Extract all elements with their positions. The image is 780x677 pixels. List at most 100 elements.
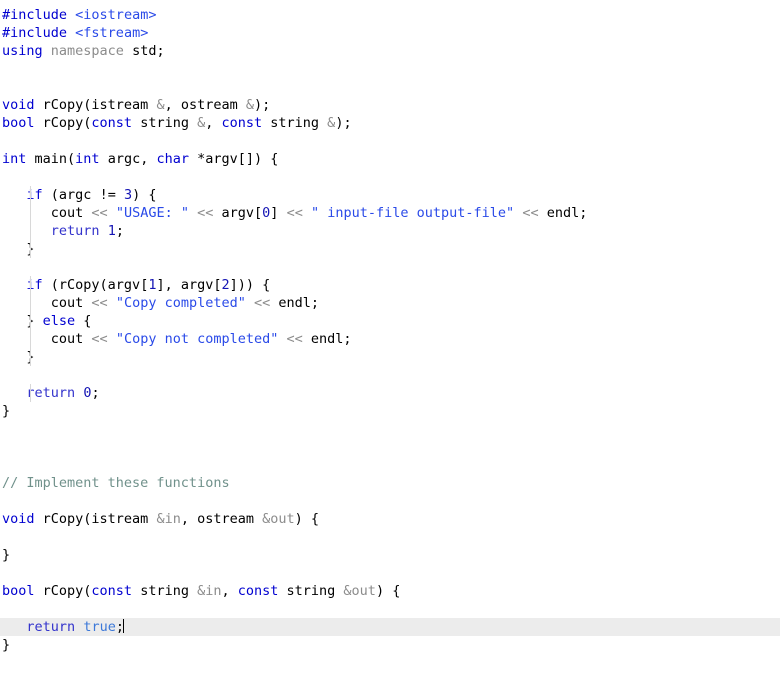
code-token: const <box>91 583 133 599</box>
code-editor-surface[interactable]: #include <iostream> #include <fstream> usi… <box>0 0 780 677</box>
code-line[interactable] <box>0 438 780 456</box>
code-line[interactable]: void rCopy(istream &in, ostream &out) { <box>0 510 780 528</box>
code-token: string <box>262 115 328 131</box>
code-line[interactable]: return true; <box>0 618 780 636</box>
code-line[interactable]: return 1; <box>0 222 780 240</box>
code-line[interactable]: bool rCopy(const string &in, const strin… <box>0 582 780 600</box>
code-line[interactable]: if (rCopy(argv[1], argv[2])) { <box>0 276 780 294</box>
text-cursor-caret <box>122 619 124 633</box>
code-line[interactable]: } <box>0 636 780 654</box>
code-line[interactable]: cout << "Copy completed" << endl; <box>0 294 780 312</box>
code-line[interactable] <box>0 492 780 510</box>
code-token: "Copy completed" <box>115 295 246 311</box>
code-token: #include <box>2 25 68 41</box>
code-token: if <box>26 187 43 203</box>
code-token: ); <box>335 115 352 131</box>
code-token: ], argv[ <box>156 277 222 293</box>
code-token: } <box>2 637 11 653</box>
code-text-area[interactable]: #include <iostream> #include <fstream> usi… <box>0 6 780 654</box>
code-token: & <box>245 97 254 113</box>
code-line[interactable]: void rCopy(istream &, ostream &); <box>0 96 780 114</box>
code-line[interactable] <box>0 600 780 618</box>
code-token: , ostream <box>180 511 263 527</box>
code-token: " input-file output-file" <box>310 205 515 221</box>
code-token: rCopy( <box>34 115 92 131</box>
code-line[interactable] <box>0 366 780 384</box>
code-token: << <box>91 295 108 311</box>
code-token: } <box>2 547 11 563</box>
code-token: bool <box>2 583 35 599</box>
code-token: << <box>91 331 108 347</box>
code-token: &in <box>197 583 222 599</box>
code-line[interactable] <box>0 60 780 78</box>
code-line[interactable]: if (argc != 3) { <box>0 186 780 204</box>
code-line[interactable]: // Implement these functions <box>0 474 780 492</box>
code-line[interactable] <box>0 420 780 438</box>
code-token: else <box>42 313 76 329</box>
code-token: << <box>286 205 303 221</box>
code-line[interactable]: } <box>0 348 780 366</box>
code-token: , <box>221 583 238 599</box>
code-line[interactable]: #include <fstream> <box>0 24 780 42</box>
code-token: ; <box>91 385 100 401</box>
code-line[interactable]: using namespace std; <box>0 42 780 60</box>
code-token: rCopy( <box>34 583 92 599</box>
code-line[interactable] <box>0 258 780 276</box>
code-line[interactable]: return 0; <box>0 384 780 402</box>
code-token: return <box>26 619 76 635</box>
code-token: argc, <box>99 151 157 167</box>
code-token: #include <box>2 7 68 23</box>
code-token: const <box>221 115 263 131</box>
code-line[interactable]: } <box>0 240 780 258</box>
code-token: endl; <box>538 205 588 221</box>
code-token: 3 <box>123 187 133 203</box>
code-line[interactable] <box>0 528 780 546</box>
code-token: ) { <box>375 583 401 599</box>
code-token: ])) { <box>229 277 271 293</box>
code-line[interactable]: cout << "USAGE: " << argv[0] << " input-… <box>0 204 780 222</box>
code-token: "USAGE: " <box>115 205 189 221</box>
code-token: // Implement these functions <box>2 475 230 491</box>
code-token: << <box>197 205 214 221</box>
code-token: ; <box>115 223 124 239</box>
code-token: { <box>75 313 92 329</box>
code-token: namespace <box>50 43 124 59</box>
code-token: string <box>278 583 344 599</box>
code-line[interactable]: } <box>0 546 780 564</box>
code-token: string <box>132 115 198 131</box>
code-line[interactable]: #include <iostream> <box>0 6 780 24</box>
code-line[interactable] <box>0 132 780 150</box>
code-token: *argv[]) { <box>188 151 279 167</box>
code-line[interactable]: } <box>0 402 780 420</box>
code-token: void <box>2 511 35 527</box>
code-line[interactable] <box>0 78 780 96</box>
code-token: &out <box>262 511 295 527</box>
code-token: 1 <box>107 223 116 239</box>
code-token: &out <box>343 583 376 599</box>
code-line[interactable]: int main(int argc, char *argv[]) { <box>0 150 780 168</box>
code-token: ); <box>254 97 271 113</box>
code-line[interactable]: } else { <box>0 312 780 330</box>
code-token: != <box>99 187 116 203</box>
code-line[interactable] <box>0 456 780 474</box>
code-token: void <box>2 97 35 113</box>
code-line[interactable]: cout << "Copy not completed" << endl; <box>0 330 780 348</box>
code-line[interactable]: bool rCopy(const string &, const string … <box>0 114 780 132</box>
code-line[interactable] <box>0 564 780 582</box>
code-token: <fstream> <box>75 25 149 41</box>
code-token: } <box>2 349 35 365</box>
code-token: using <box>2 43 43 59</box>
code-token: } <box>2 403 11 419</box>
code-token: rCopy(istream <box>34 511 157 527</box>
code-token: string <box>132 583 198 599</box>
code-line[interactable] <box>0 168 780 186</box>
